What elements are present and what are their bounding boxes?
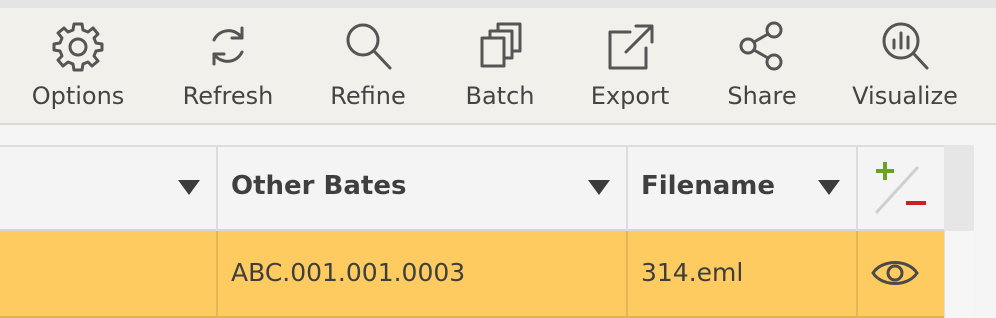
column-header-filename[interactable]: Filename	[628, 147, 858, 231]
share-button[interactable]: Share	[714, 8, 810, 123]
gear-icon	[50, 18, 106, 74]
batch-label: Batch	[465, 82, 535, 110]
table-cell	[0, 231, 218, 316]
visualize-label: Visualize	[852, 82, 958, 110]
stacked-pages-icon	[472, 18, 528, 74]
share-label: Share	[727, 82, 797, 110]
share-icon	[734, 18, 790, 74]
table-row[interactable]: ABC.001.001.0003 314.eml	[0, 231, 944, 318]
cell-text: ABC.001.001.0003	[231, 258, 466, 287]
export-label: Export	[590, 82, 670, 110]
column-menu-caret-icon[interactable]	[588, 180, 610, 195]
grid-header-row: Other Bates Filename	[0, 145, 944, 231]
column-header-other-bates[interactable]: Other Bates	[218, 147, 628, 231]
refresh-icon	[200, 18, 256, 74]
view-document-button[interactable]	[870, 253, 920, 293]
refresh-label: Refresh	[182, 82, 274, 110]
visualize-button[interactable]: Visualize	[852, 8, 958, 123]
export-button[interactable]: Export	[582, 8, 678, 123]
column-menu-caret-icon[interactable]	[818, 180, 840, 195]
magnifier-icon	[340, 18, 396, 74]
eye-icon	[871, 261, 919, 285]
refine-button[interactable]: Refine	[320, 8, 416, 123]
column-header-unnamed[interactable]	[0, 147, 218, 231]
options-label: Options	[31, 82, 125, 110]
table-cell-other-bates: ABC.001.001.0003	[218, 231, 628, 316]
batch-button[interactable]: Batch	[452, 8, 548, 123]
cell-text: 314.eml	[641, 258, 744, 287]
table-cell-actions	[858, 231, 944, 316]
options-button[interactable]: Options	[30, 8, 126, 123]
top-strip	[0, 0, 996, 8]
column-picker-button[interactable]	[858, 147, 944, 231]
chart-magnifier-icon	[877, 18, 933, 74]
toolbar: Options Refresh Refine Batch Export Shar…	[0, 8, 996, 125]
export-icon	[602, 18, 658, 74]
refresh-button[interactable]: Refresh	[180, 8, 276, 123]
column-header-label: Filename	[641, 171, 775, 201]
table-cell-filename: 314.eml	[628, 231, 858, 316]
column-header-label: Other Bates	[231, 171, 407, 201]
vertical-scrollbar-thumb[interactable]	[944, 231, 974, 318]
results-grid: Other Bates Filename ABC.001.001.0003 31…	[0, 125, 996, 318]
refine-label: Refine	[330, 82, 406, 110]
add-remove-columns-icon	[874, 162, 926, 215]
column-menu-caret-icon[interactable]	[178, 180, 200, 195]
